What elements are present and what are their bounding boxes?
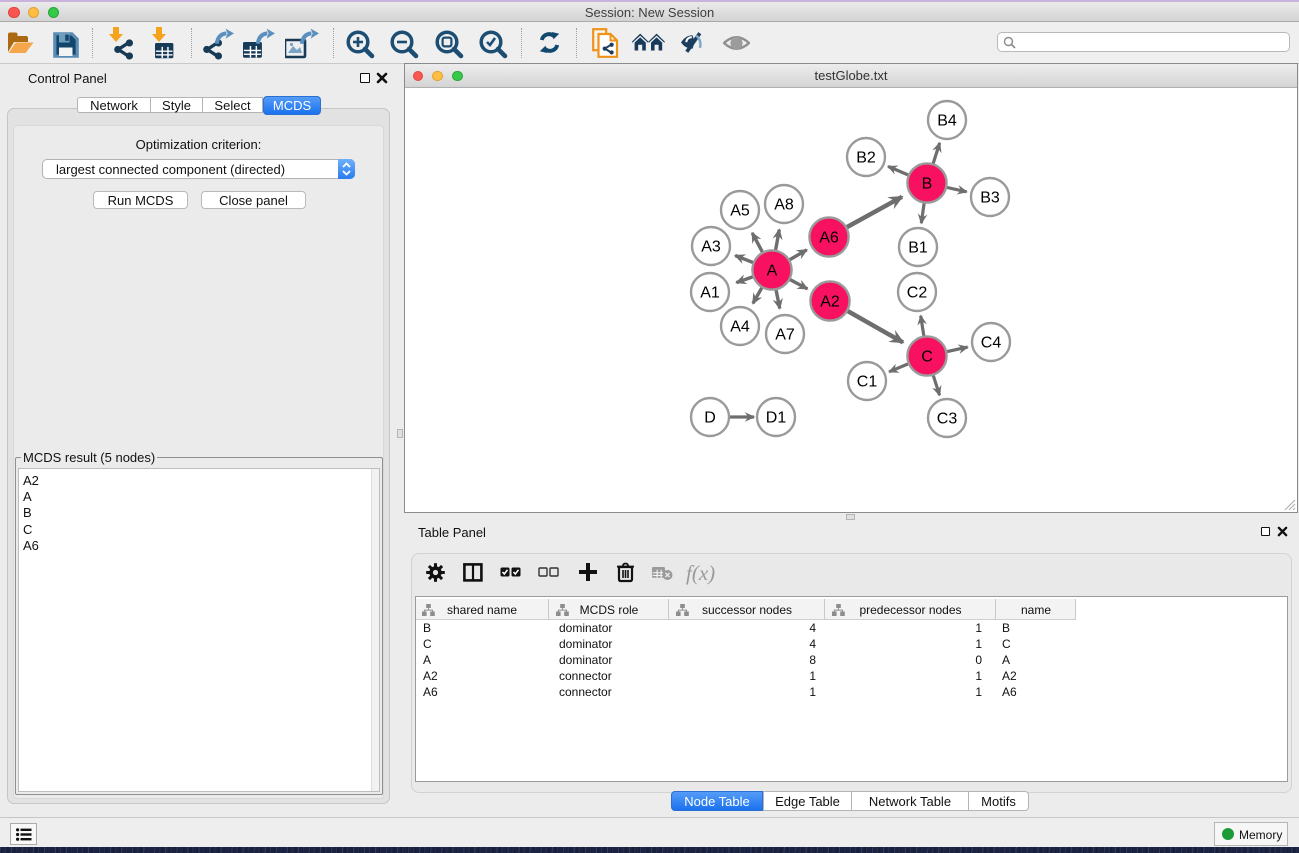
svg-text:B2: B2 [856, 150, 876, 167]
svg-text:A: A [767, 263, 778, 280]
svg-text:A4: A4 [730, 319, 750, 336]
svg-text:B3: B3 [980, 190, 1000, 207]
svg-text:D: D [704, 410, 716, 427]
svg-text:A3: A3 [701, 239, 721, 256]
svg-text:C: C [921, 349, 933, 366]
svg-text:C4: C4 [981, 335, 1002, 352]
svg-text:C2: C2 [907, 285, 928, 302]
svg-text:C1: C1 [857, 374, 878, 391]
svg-text:C3: C3 [937, 411, 958, 428]
svg-text:A2: A2 [820, 294, 840, 311]
svg-text:A6: A6 [819, 230, 839, 247]
svg-text:A5: A5 [730, 203, 750, 220]
svg-text:A7: A7 [775, 327, 795, 344]
svg-text:A8: A8 [774, 197, 794, 214]
svg-text:B1: B1 [908, 240, 928, 257]
svg-text:A1: A1 [700, 285, 720, 302]
svg-text:D1: D1 [766, 410, 787, 427]
svg-text:B4: B4 [937, 113, 957, 130]
svg-text:B: B [922, 176, 933, 193]
